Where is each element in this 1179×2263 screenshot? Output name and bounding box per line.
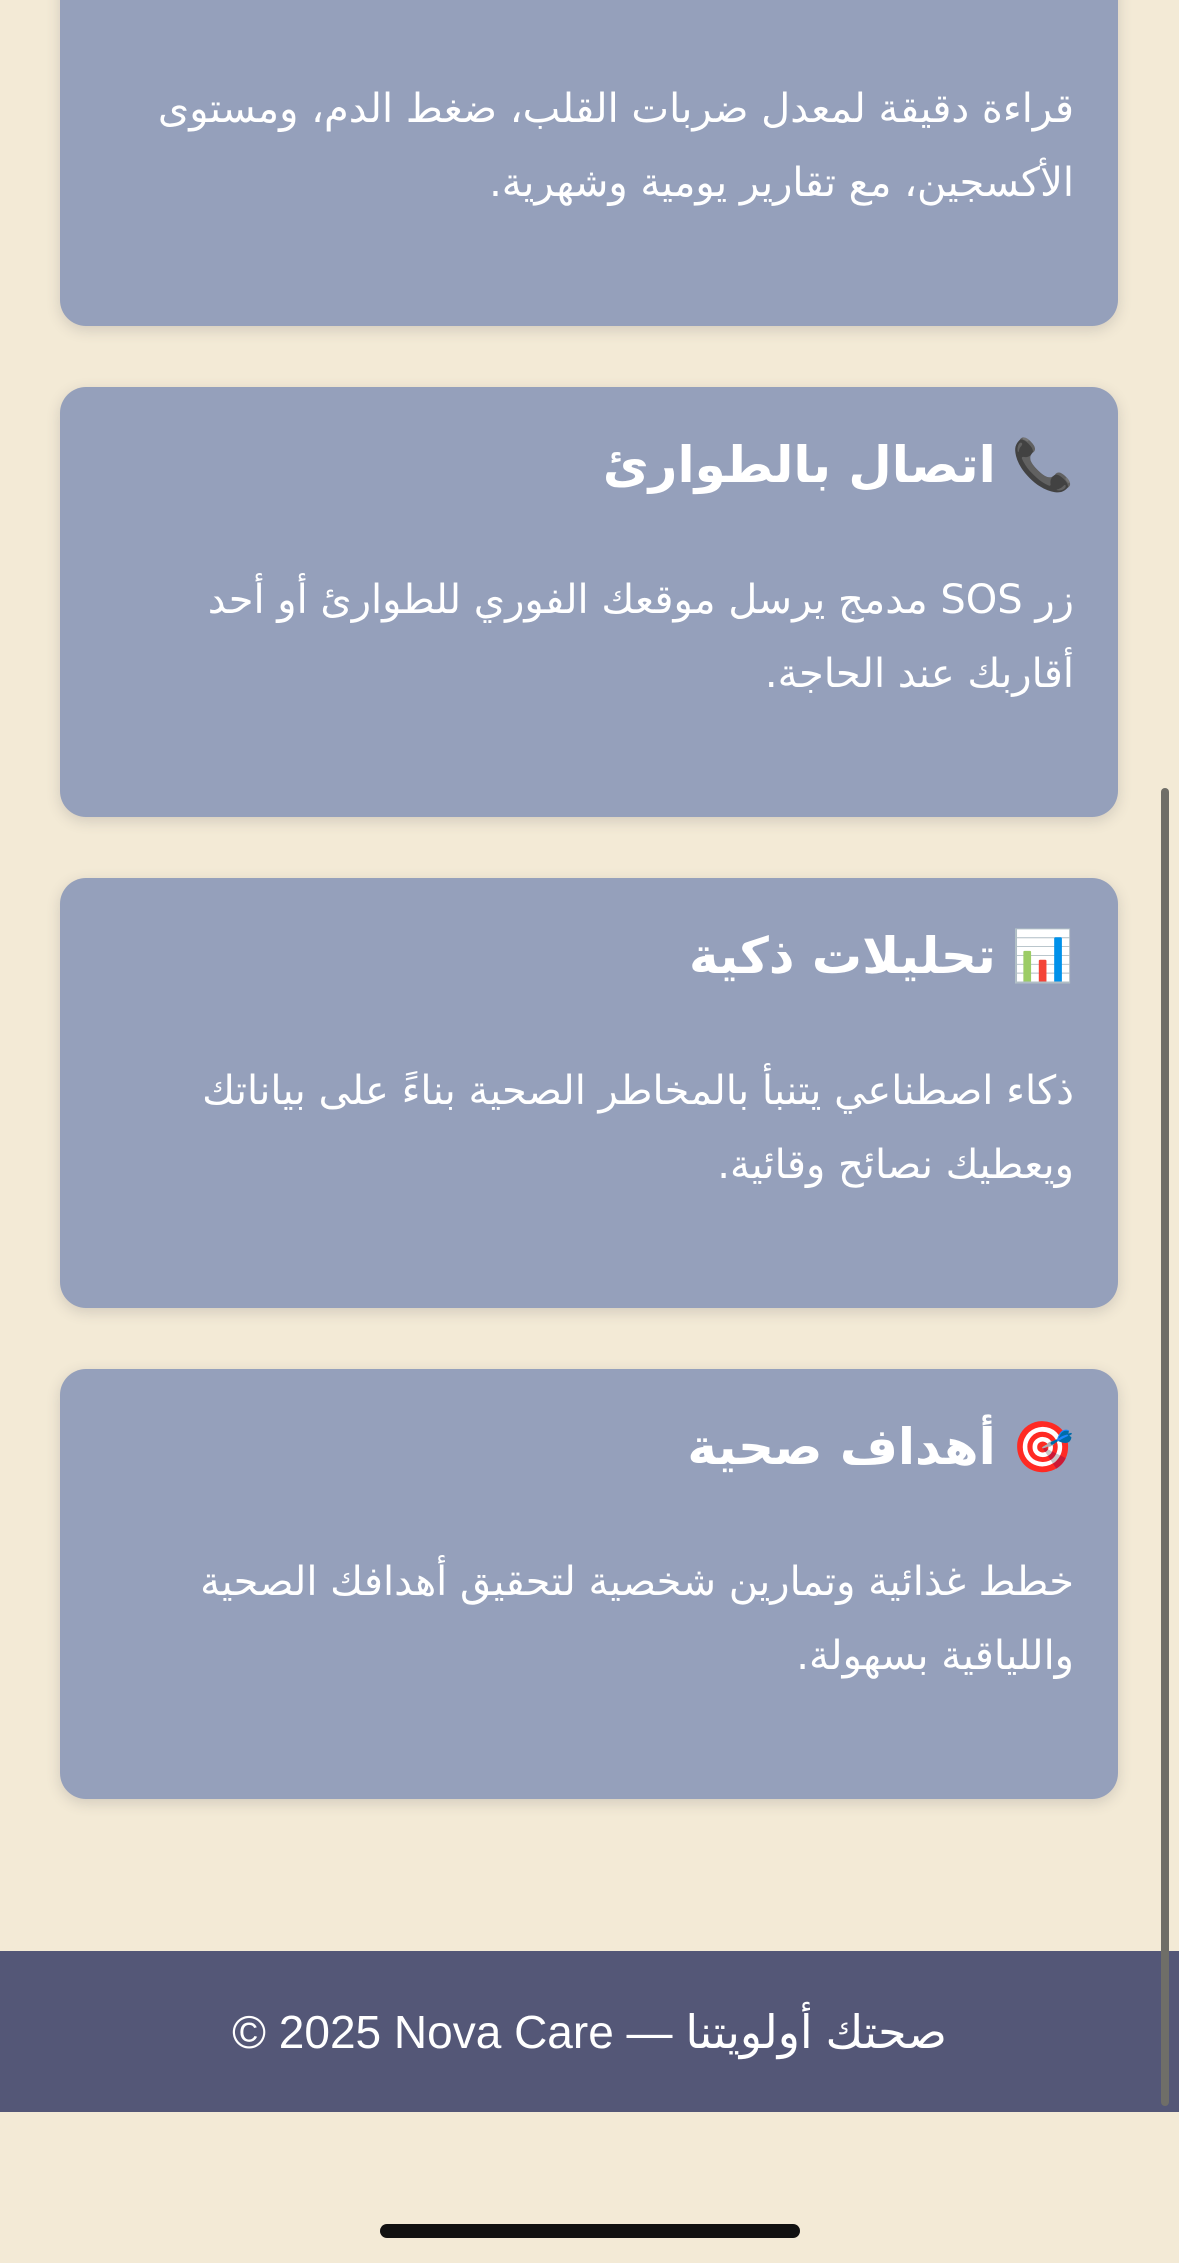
page-viewport[interactable]: قراءة دقيقة لمعدل ضربات القلب، ضغط الدم،… bbox=[0, 0, 1179, 2112]
feature-card-emergency-call: 📞 اتصال بالطوارئ زر SOS مدمج يرسل موقعك ا… bbox=[60, 387, 1118, 817]
feature-card-description: خطط غذائية وتمارين شخصية لتحقيق أهدافك ا… bbox=[200, 1559, 1074, 1679]
feature-card-title-text: تحليلات ذكية bbox=[689, 927, 996, 985]
page-footer: © 2025 Nova Care — صحتك أولويتنا bbox=[0, 1951, 1179, 2112]
feature-card-title-text: اتصال بالطوارئ bbox=[602, 436, 996, 494]
feature-card-description: ذكاء اصطناعي يتنبأ بالمخاطر الصحية بناءً… bbox=[202, 1068, 1074, 1188]
footer-copyright: © 2025 Nova Care — صحتك أولويتنا bbox=[232, 2005, 947, 2058]
bar-chart-icon: 📊 bbox=[1011, 927, 1074, 985]
feature-card-description: زر SOS مدمج يرسل موقعك الفوري للطوارئ أو… bbox=[207, 577, 1074, 697]
feature-card-title: 🎯 أهداف صحية bbox=[687, 1417, 1074, 1477]
feature-card-title: 📊 تحليلات ذكية bbox=[689, 926, 1074, 986]
feature-card-title-text: أهداف صحية bbox=[687, 1418, 996, 1476]
vertical-scrollbar[interactable] bbox=[1161, 788, 1169, 2106]
feature-card-smart-analytics: 📊 تحليلات ذكية ذكاء اصطناعي يتنبأ بالمخاط… bbox=[60, 878, 1118, 1308]
feature-card-title: 📞 اتصال بالطوارئ bbox=[603, 435, 1074, 495]
feature-card-vital-monitoring: قراءة دقيقة لمعدل ضربات القلب، ضغط الدم،… bbox=[60, 0, 1118, 326]
feature-card-description: قراءة دقيقة لمعدل ضربات القلب، ضغط الدم،… bbox=[157, 86, 1074, 206]
home-indicator[interactable] bbox=[380, 2224, 800, 2238]
target-icon: 🎯 bbox=[1011, 1418, 1074, 1476]
telephone-icon: 📞 bbox=[1011, 436, 1074, 494]
feature-card-health-goals: 🎯 أهداف صحية خطط غذائية وتمارين شخصية لتح… bbox=[60, 1369, 1118, 1799]
